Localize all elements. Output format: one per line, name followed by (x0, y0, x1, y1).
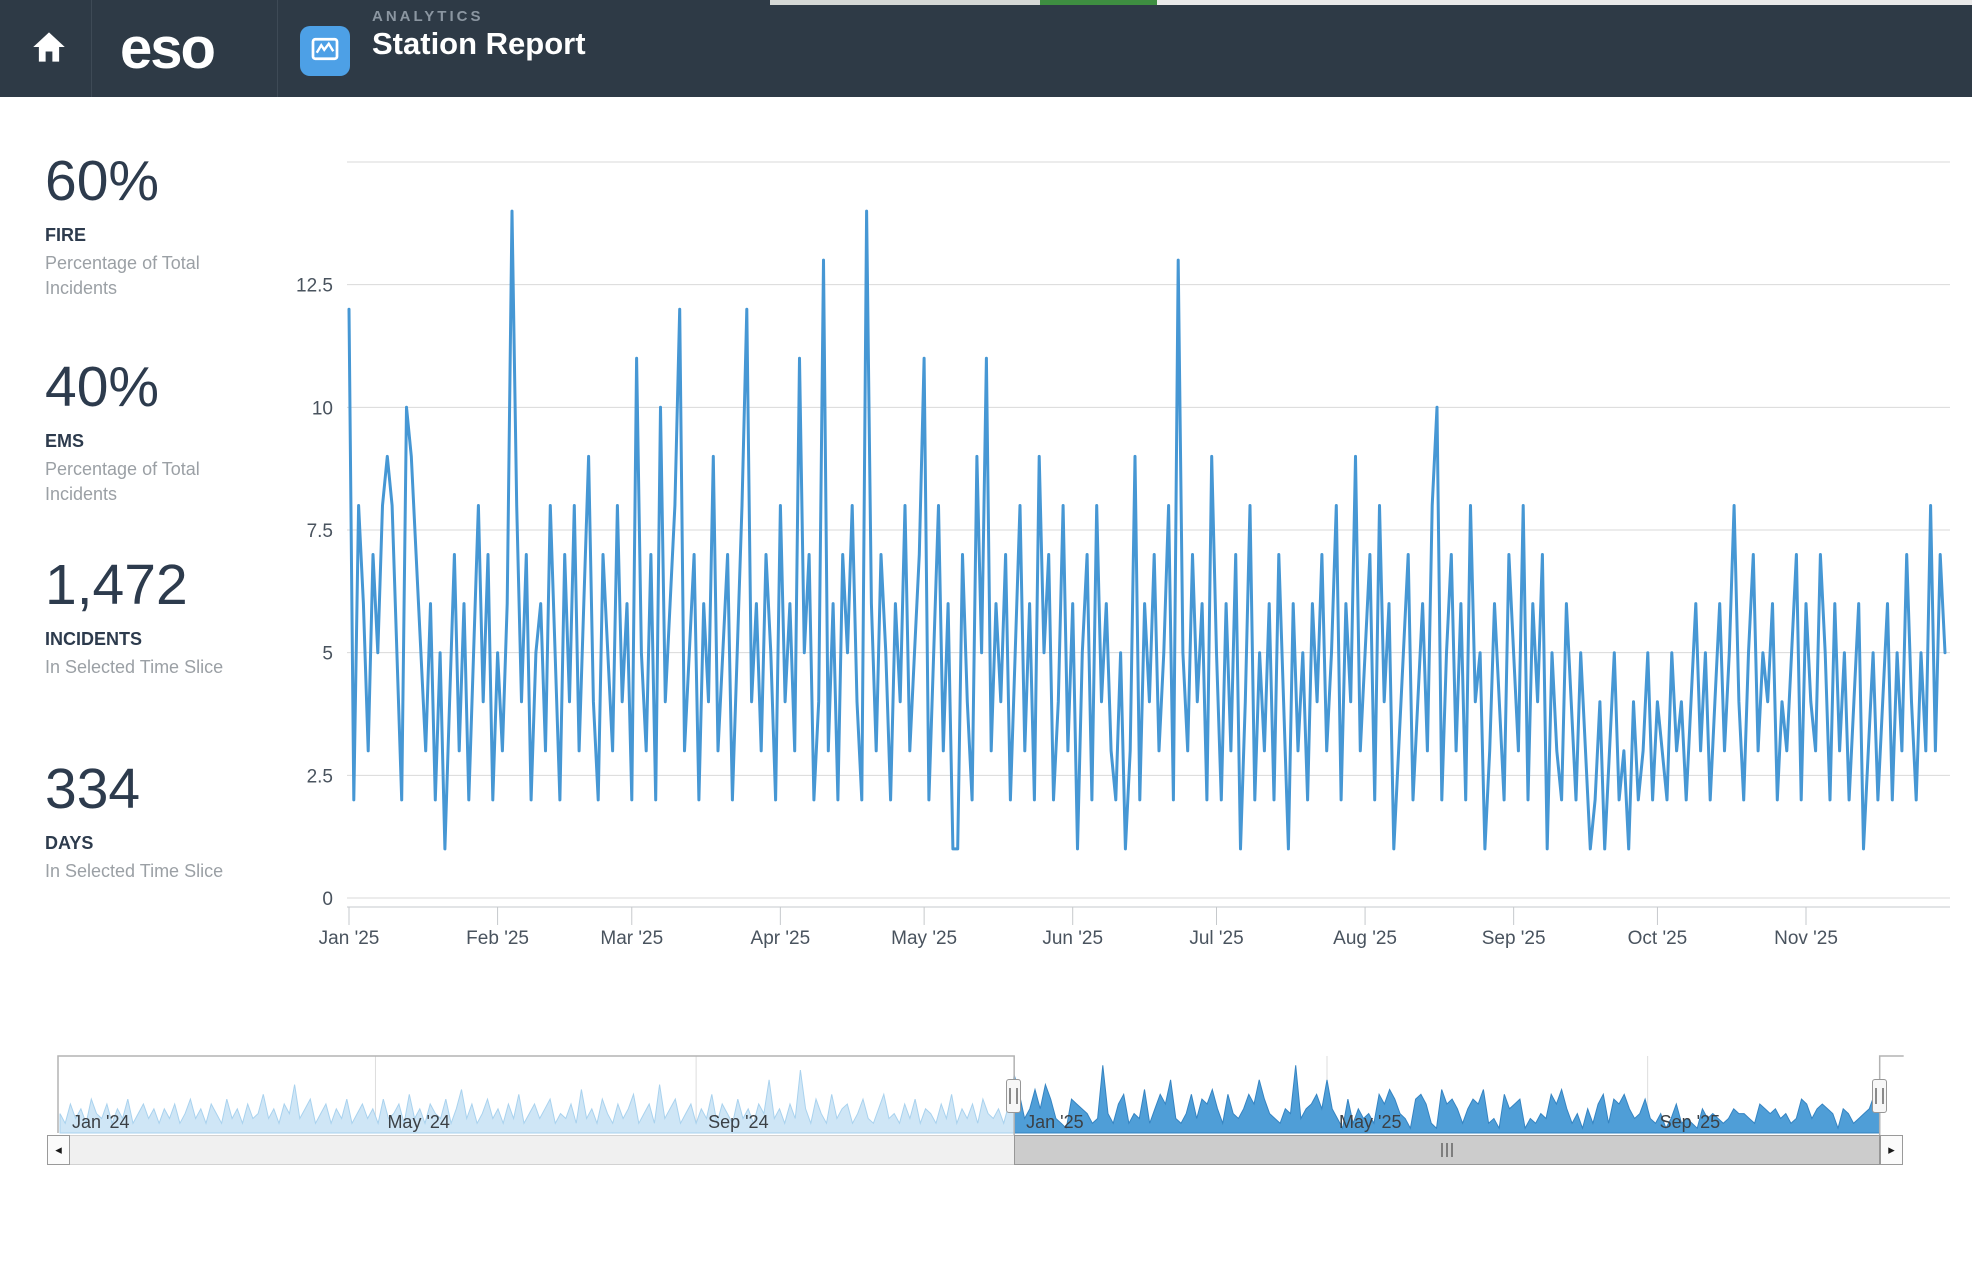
navigator-month-label: May '24 (387, 1112, 449, 1132)
scrollbar-left-arrow[interactable]: ◂ (47, 1135, 70, 1165)
navigator-area-selected (1014, 1065, 1879, 1133)
navigator-right-handle[interactable] (1872, 1079, 1887, 1113)
navigator-month-label: Jan '24 (72, 1112, 129, 1132)
thumb-grip-icon (1441, 1143, 1443, 1157)
navigator-area-unselected (60, 1070, 1014, 1133)
thumb-grip-icon (1451, 1143, 1453, 1157)
navigator-month-label: Sep '24 (708, 1112, 769, 1132)
navigator-month-label: May '25 (1339, 1112, 1401, 1132)
thumb-grip-icon (1446, 1143, 1448, 1157)
navigator-month-label: Sep '25 (1660, 1112, 1721, 1132)
scrollbar-right-arrow[interactable]: ▸ (1880, 1135, 1903, 1165)
handle-grip-icon (1875, 1088, 1884, 1104)
navigator-left-handle[interactable] (1006, 1079, 1021, 1113)
navigator-month-label: Jan '25 (1026, 1112, 1083, 1132)
station-report-app: eso ANALYTICS Station Report 60% FIRE Pe… (0, 0, 1972, 1280)
time-range-navigator[interactable]: Jan '24 May '24 Sep '24 Jan '25 May '25 Sep '… (0, 0, 1972, 1280)
handle-grip-icon (1009, 1088, 1018, 1104)
scrollbar-thumb[interactable] (1014, 1135, 1880, 1165)
